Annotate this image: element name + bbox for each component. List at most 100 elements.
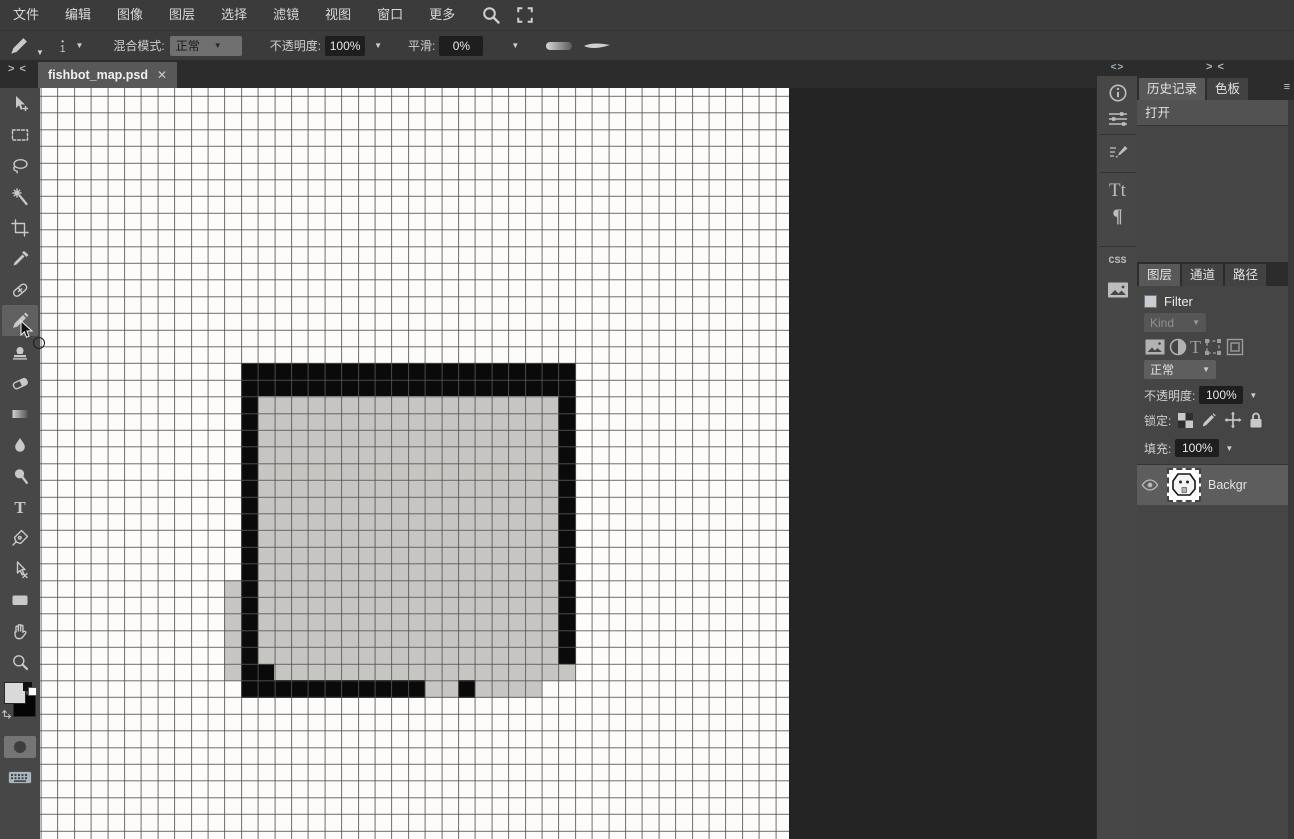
healing-brush-tool[interactable] [2, 274, 38, 305]
layer-visibility-eye-icon[interactable] [1137, 478, 1163, 492]
brush-preset-arrow-icon[interactable]: ▼ [71, 41, 87, 50]
filter-adjustment-layers-icon[interactable] [1168, 337, 1188, 357]
tab-history[interactable]: 历史记录 [1139, 78, 1205, 100]
pixel-cell [425, 680, 442, 697]
pixel-cell [491, 430, 508, 447]
pixel-cell [525, 680, 542, 697]
menu-layer[interactable]: 图层 [156, 0, 208, 30]
rect-select-tool[interactable] [2, 119, 38, 150]
menu-view[interactable]: 视图 [312, 0, 364, 30]
pixel-cell [458, 430, 475, 447]
lock-position-icon[interactable] [1224, 411, 1242, 429]
path-select-tool[interactable] [2, 553, 38, 584]
paragraph-panel-icon[interactable]: ¶ [1097, 206, 1138, 228]
pixel-cell [542, 614, 559, 631]
brush-settings-icon[interactable] [1097, 142, 1138, 164]
pixel-cell [508, 413, 525, 430]
adjustments-icon[interactable] [1097, 110, 1138, 128]
pixel-cell [291, 680, 308, 697]
hand-tool[interactable] [2, 615, 38, 646]
pixel-cell [358, 563, 375, 580]
layer-blend-mode-select[interactable]: 正常 ▼ [1144, 360, 1216, 379]
pixel-cell [408, 647, 425, 664]
search-icon[interactable] [476, 0, 506, 30]
pixel-cell [358, 497, 375, 514]
character-panel-icon[interactable]: Tt [1097, 180, 1138, 202]
pixel-cell [475, 597, 492, 614]
fill-arrow-icon[interactable]: ▼ [1225, 444, 1233, 453]
shape-tool[interactable] [2, 584, 38, 615]
menu-more[interactable]: 更多 [416, 0, 468, 30]
move-tool[interactable] [2, 88, 38, 119]
layer-filter-checkbox[interactable] [1144, 295, 1157, 308]
menu-select[interactable]: 选择 [208, 0, 260, 30]
magic-wand-tool[interactable] [2, 181, 38, 212]
filter-pixel-layers-icon[interactable] [1144, 338, 1166, 356]
dodge-tool[interactable] [2, 460, 38, 491]
crop-tool[interactable] [2, 212, 38, 243]
smoothing-dropdown-icon[interactable]: ▼ [507, 41, 523, 50]
panel-scrollbar-track[interactable] [1288, 100, 1294, 839]
menu-filter[interactable]: 滤镜 [260, 0, 312, 30]
pressure-opacity-icon[interactable] [545, 41, 573, 51]
quick-mask-button[interactable] [4, 736, 36, 758]
filter-type-layers-icon[interactable]: T [1190, 337, 1201, 357]
menu-file[interactable]: 文件 [0, 0, 52, 30]
blur-tool[interactable] [2, 429, 38, 460]
history-entry-open[interactable]: 打开 [1137, 100, 1294, 126]
active-tool-icon[interactable]: ▼ [8, 35, 48, 57]
tab-layers[interactable]: 图层 [1139, 264, 1180, 286]
smoothing-input[interactable]: 0% [439, 36, 483, 56]
collapse-iconstrip-toggle[interactable]: <> [1097, 60, 1138, 76]
lock-pixels-icon[interactable] [1200, 411, 1218, 429]
tab-paths[interactable]: 路径 [1225, 264, 1266, 286]
menu-edit[interactable]: 编辑 [52, 0, 104, 30]
pixel-cell [324, 563, 341, 580]
collapse-panels-toggle[interactable]: > < [1137, 60, 1294, 76]
pen-tool[interactable] [2, 522, 38, 553]
menu-window[interactable]: 窗口 [364, 0, 416, 30]
opacity-dropdown-icon[interactable]: ▼ [370, 41, 386, 50]
brush-preview[interactable]: • 1 [60, 38, 66, 54]
lock-all-icon[interactable] [1248, 411, 1264, 429]
menu-image[interactable]: 图像 [104, 0, 156, 30]
layer-filter-kind-select[interactable]: Kind ▼ [1144, 313, 1206, 332]
swap-colors-icon[interactable] [2, 707, 14, 719]
pressure-size-icon[interactable] [583, 41, 611, 51]
pixel-cell [291, 547, 308, 564]
css-panel-icon[interactable]: CSS [1097, 256, 1138, 267]
panel-menu-icon[interactable]: ≡ [1284, 81, 1290, 93]
pixel-cell [375, 363, 392, 380]
document-canvas[interactable] [40, 88, 789, 839]
info-icon[interactable] [1097, 82, 1138, 104]
opacity-input[interactable]: 100% [325, 36, 365, 56]
document-tab[interactable]: fishbot_map.psd ✕ [38, 62, 177, 88]
close-icon[interactable]: ✕ [157, 68, 167, 82]
lasso-tool[interactable] [2, 150, 38, 181]
pixel-cell [475, 614, 492, 631]
default-colors-icon[interactable] [23, 682, 37, 696]
type-tool[interactable]: T [2, 491, 38, 522]
opacity-arrow-icon[interactable]: ▼ [1249, 391, 1257, 400]
tool-preset-arrow-icon[interactable]: ▼ [32, 48, 48, 57]
tab-channels[interactable]: 通道 [1182, 264, 1223, 286]
filter-shape-layers-icon[interactable] [1203, 337, 1223, 357]
collapse-toolstrip-toggle[interactable]: > < [8, 63, 27, 75]
gradient-tool[interactable] [2, 398, 38, 429]
pixel-cell [441, 480, 458, 497]
pixel-cell [408, 547, 425, 564]
eraser-tool[interactable] [2, 367, 38, 398]
layer-fill-input[interactable]: 100% [1175, 439, 1219, 457]
tab-swatches[interactable]: 色板 [1207, 78, 1248, 100]
eyedropper-tool[interactable] [2, 243, 38, 274]
filter-smart-objects-icon[interactable] [1225, 337, 1245, 357]
zoom-tool[interactable] [2, 646, 38, 677]
image-panel-icon[interactable] [1097, 280, 1138, 300]
layer-row-background[interactable]: Backgr [1137, 465, 1288, 505]
lock-transparency-icon[interactable] [1177, 412, 1194, 429]
layer-opacity-input[interactable]: 100% [1199, 386, 1243, 404]
fullscreen-icon[interactable] [510, 0, 540, 30]
pixel-cell [258, 413, 275, 430]
keyboard-shortcuts-button[interactable] [4, 766, 36, 788]
blend-mode-select[interactable]: 正常 ▼ [170, 36, 242, 56]
